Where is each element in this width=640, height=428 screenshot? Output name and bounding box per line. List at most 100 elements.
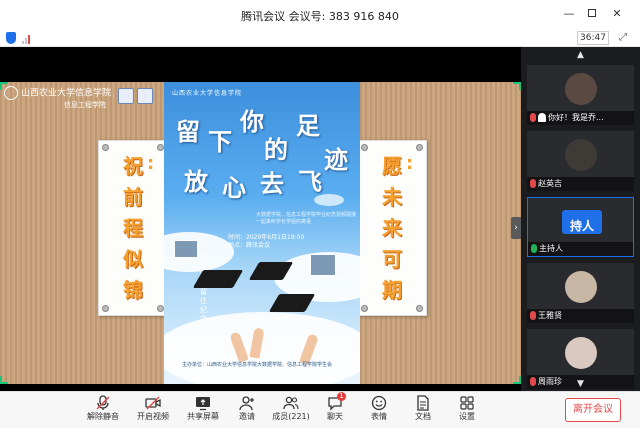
school-subtitle: 信息工程学院 [64, 101, 106, 109]
meeting-timer: 36:47 [577, 31, 609, 45]
settings-button[interactable]: 设置 [448, 395, 486, 427]
participant-name: 王雅贤 [538, 311, 562, 320]
meeting-toolbar: 解除静音 开启视频 共享屏幕 邀请 成员(221) 1 聊天 表情 文档 设置 … [0, 391, 640, 428]
avatar [565, 139, 597, 171]
fullscreen-icon[interactable]: ⤢ [617, 32, 629, 44]
meeting-info-bar: 36:47 ⤢ [0, 30, 640, 47]
mic-off-icon [530, 113, 536, 122]
invite-icon [239, 395, 255, 411]
card-char: 可 [382, 247, 402, 271]
share-corner-marker [513, 376, 521, 384]
scroll-down-icon[interactable]: ▼ [521, 378, 640, 390]
start-video-button[interactable]: 开启视频 [134, 395, 172, 427]
share-screen-icon [195, 395, 211, 411]
pin-icon [102, 305, 109, 312]
participant-name: 赵英吉 [538, 179, 562, 188]
minimize-icon[interactable]: — [561, 6, 577, 22]
mic-off-icon [95, 395, 111, 411]
heading-char: 放 [184, 167, 208, 196]
heading-char: 飞 [298, 167, 322, 196]
card-char: 祝 [123, 154, 143, 178]
right-card-text: 愿 未 来 可 期 [358, 151, 426, 306]
emoji-icon [371, 395, 387, 411]
college-logo-icon [137, 88, 153, 104]
settings-icon [459, 395, 475, 411]
heading-char: 心 [222, 173, 246, 202]
heading-char: 下 [208, 127, 232, 156]
graduation-cap-icon [192, 270, 244, 288]
heading-char: 你 [240, 107, 264, 136]
poster-subtitle: 大数据学院、信息工程学院毕业纪念视频展播 一起来听学长学姐的寄语 [256, 212, 356, 226]
poster-subtitle-line: 大数据学院、信息工程学院毕业纪念视频展播 [256, 212, 357, 218]
poster-heading: 留 下 你 的 足 迹 放 心 去 飞 [164, 82, 360, 202]
person-icon [538, 113, 546, 122]
chat-button[interactable]: 1 聊天 [316, 392, 354, 427]
school-name: 山西农业大学信息学院 [21, 88, 112, 99]
participant-name: 你好！我是乔... [548, 113, 604, 122]
share-screen-button[interactable]: 共享屏幕 [184, 395, 222, 427]
scroll-up-icon[interactable]: ▲ [521, 49, 640, 61]
invite-button[interactable]: 邀请 [228, 395, 266, 427]
mic-on-icon [531, 244, 537, 253]
mic-off-icon [530, 311, 536, 320]
cloud-shape [164, 312, 360, 384]
school-seal-icon [4, 86, 18, 100]
heading-char: 的 [264, 135, 288, 164]
pin-icon [102, 144, 109, 151]
document-icon [415, 395, 431, 411]
close-icon[interactable]: ✕ [609, 6, 625, 22]
poster-photo [310, 254, 336, 276]
card-char: 锦 [123, 278, 143, 302]
share-corner-marker [513, 82, 521, 90]
participant-tile[interactable]: 王雅贤 [527, 263, 634, 323]
mic-off-icon [530, 179, 536, 188]
shared-screen: 山西农业大学信息学院 信息工程学院 祝 前 程 似 锦 : 愿 未 来 可 期 … [0, 82, 521, 384]
members-button[interactable]: 成员(221) [272, 395, 310, 427]
avatar [565, 337, 597, 369]
collapse-panel-handle[interactable]: › [511, 217, 521, 239]
share-corner-marker [0, 376, 8, 384]
participant-name-bar: 你好！我是乔... [527, 111, 634, 125]
meeting-window: 腾讯会议 会议号: 383 916 840 — ✕ 36:47 ⤢ 山西农业大学… [0, 0, 640, 428]
window-title: 腾讯会议 会议号: 383 916 840 [241, 10, 399, 23]
participant-tile[interactable]: 你好！我是乔... [527, 65, 634, 125]
signal-icon[interactable] [22, 33, 34, 44]
card-char: 来 [382, 216, 402, 240]
participant-name-bar: 赵英吉 [527, 177, 634, 191]
heading-char: 迹 [324, 145, 348, 174]
emoji-button[interactable]: 表情 [360, 395, 398, 427]
poster-place: 地点：腾讯会议 [228, 242, 271, 249]
participant-name-bar: 主持人 [528, 242, 633, 256]
card-char: 前 [123, 185, 143, 209]
participant-tile[interactable]: 赵英吉 [527, 131, 634, 191]
document-button[interactable]: 文档 [404, 395, 442, 427]
heading-char: 留 [176, 117, 200, 146]
pin-icon [361, 144, 368, 151]
card-char: 程 [123, 216, 143, 240]
maximize-icon[interactable] [584, 6, 600, 22]
participant-tile-host[interactable]: 持人 主持人 [527, 197, 634, 257]
poster-footer: 主办单位：山西农业大学信息学院大数据学院、信息工程学院学生会 [182, 362, 333, 368]
poster-subtitle-line: 一起来听学长学姐的寄语 [256, 219, 312, 225]
card-colon: : [406, 153, 414, 174]
title-bar: 腾讯会议 会议号: 383 916 840 — ✕ [0, 0, 640, 30]
host-avatar: 持人 [562, 210, 602, 234]
toolbar-label: 设置 [459, 412, 475, 421]
pin-icon [361, 305, 368, 312]
camera-off-icon [145, 395, 161, 411]
left-card-text: 祝 前 程 似 锦 [99, 151, 167, 306]
left-greeting-card: 祝 前 程 似 锦 : [98, 140, 168, 316]
shield-icon[interactable] [6, 32, 16, 44]
participant-name: 主持人 [539, 244, 563, 253]
leave-meeting-button[interactable]: 离开会议 [565, 398, 621, 422]
poster-info: 时间：2020年6月1日19:00 地点：腾讯会议 [228, 234, 348, 250]
card-char: 似 [123, 247, 143, 271]
event-poster: 山西农业大学信息学院 留 下 你 的 足 迹 放 心 去 飞 大数据学院、信息工… [164, 82, 360, 384]
unmute-button[interactable]: 解除静音 [84, 395, 122, 427]
avatar [565, 73, 597, 105]
pin-icon [157, 305, 164, 312]
college-logos [118, 88, 160, 108]
graduation-cap-icon [268, 294, 316, 312]
card-colon: : [147, 153, 155, 174]
pin-icon [416, 144, 423, 151]
